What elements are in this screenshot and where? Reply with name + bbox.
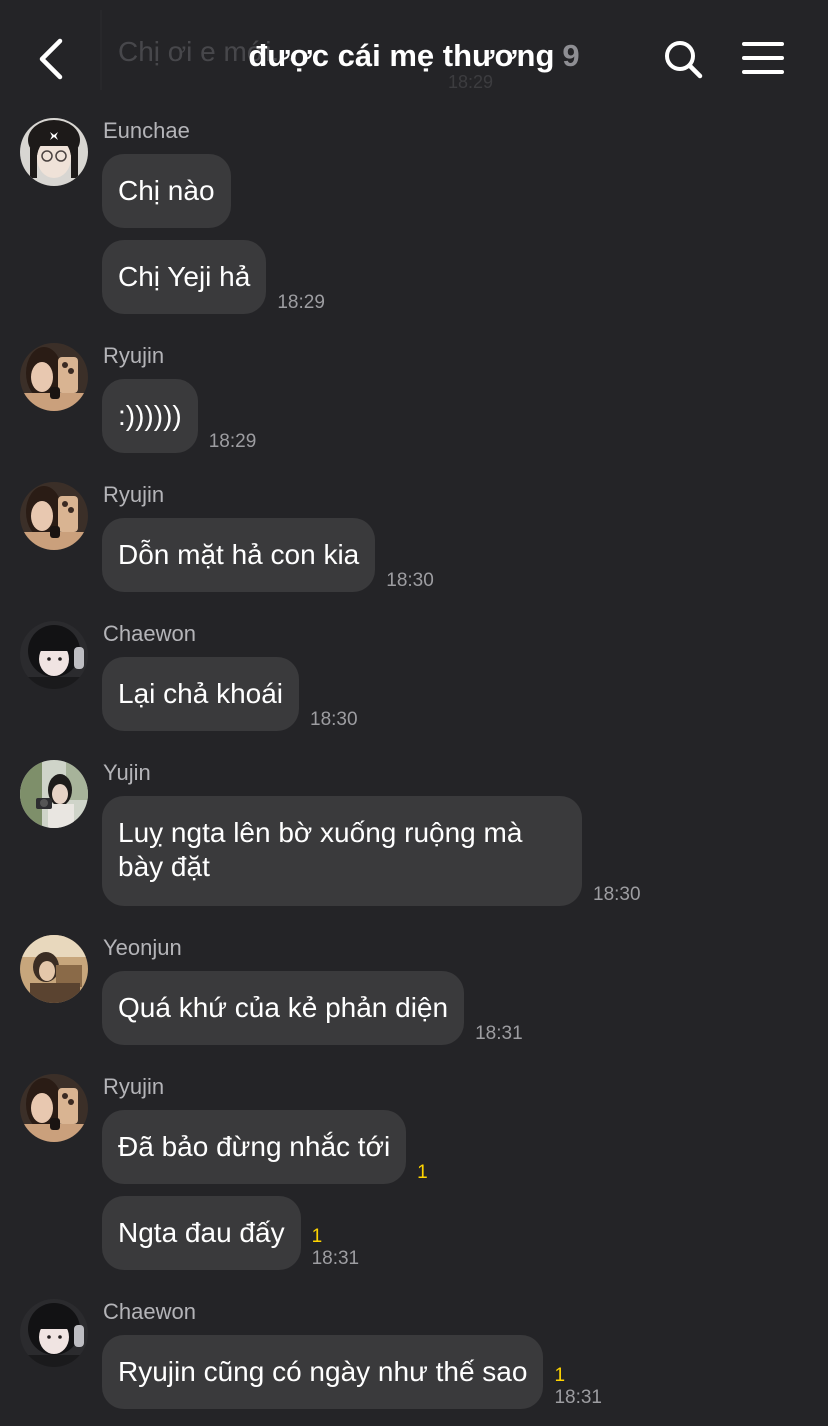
ryujin-avatar[interactable] [20, 343, 88, 411]
message-meta: 18:31 [475, 1023, 523, 1045]
chaewon-avatar[interactable] [20, 1299, 88, 1367]
search-icon [665, 41, 703, 79]
message-row: Quá khứ của kẻ phản diện 18:31 [102, 971, 523, 1045]
sender-name: Eunchae [103, 118, 190, 143]
sender-name: Ryujin [103, 1074, 165, 1099]
message-timestamp: 18:30 [310, 709, 358, 730]
message-timestamp: 18:31 [554, 1387, 602, 1408]
message-bubble[interactable]: Lại chả khoái [102, 657, 300, 731]
message-bubble[interactable]: Ngta đau đấy [102, 1196, 301, 1270]
chevron-left-icon [39, 38, 63, 80]
message-timestamp: 18:30 [386, 570, 434, 591]
message-timestamp: 18:29 [208, 431, 257, 452]
message-timestamp: 18:31 [475, 1023, 523, 1044]
yujin-avatar[interactable] [20, 760, 88, 828]
chaewon-avatar[interactable] [20, 621, 88, 689]
message-meta: 1 18:31 [554, 1365, 602, 1409]
sender-name: Yeonjun [103, 935, 182, 960]
sender-name: Chaewon [103, 621, 196, 646]
message-bubble[interactable]: Dỗn mặt hả con kia [102, 518, 376, 592]
message-bubble[interactable]: Chị nào [102, 154, 231, 228]
chat-screen: Chị ơi e mới... 18:29 được cái mẹ thương… [0, 0, 828, 1426]
hamburger-menu-icon [742, 42, 784, 74]
unread-count: 1 [417, 1162, 428, 1183]
message-row: Chị nào [102, 154, 242, 228]
message-meta: 18:29 [209, 431, 257, 453]
search-button[interactable] [662, 38, 704, 80]
sender-name: Ryujin [103, 482, 165, 507]
menu-button[interactable] [740, 38, 786, 78]
message-bubble[interactable]: Ryujin cũng có ngày như thế sao [102, 1335, 544, 1409]
message-timestamp: 18:29 [277, 292, 325, 313]
unread-count: 1 [311, 1226, 323, 1247]
yeonjun-avatar[interactable] [20, 935, 88, 1003]
message-bubble[interactable]: :)))))) [102, 379, 198, 453]
message-row: Ryujin cũng có ngày như thế sao 1 18:31 [102, 1335, 602, 1409]
ryujin-avatar[interactable] [20, 1074, 88, 1142]
message-row: :)))))) 18:29 [102, 379, 256, 453]
message-bubble[interactable]: Chị Yeji hả [102, 240, 267, 314]
chat-header: Chị ơi e mới... 18:29 được cái mẹ thương… [0, 0, 828, 116]
message-row: Lại chả khoái 18:30 [102, 657, 358, 731]
message-meta: 18:29 [277, 292, 325, 314]
message-bubble[interactable]: Quá khứ của kẻ phản diện [102, 971, 465, 1045]
message-bubble[interactable]: Đã bảo đừng nhắc tới [102, 1110, 407, 1184]
member-count: 9 [562, 38, 580, 73]
message-row: Dỗn mặt hả con kia 18:30 [102, 518, 434, 592]
message-meta: 18:30 [310, 709, 358, 731]
message-meta: 1 18:31 [312, 1226, 360, 1270]
message-row: Chị Yeji hả 18:29 [102, 240, 325, 314]
sender-name: Ryujin [103, 343, 165, 368]
back-button[interactable] [30, 32, 78, 86]
sender-name: Yujin [103, 760, 151, 785]
message-row: Luỵ ngta lên bờ xuống ruộng mà bày đặt 18… [102, 796, 641, 906]
scrolled-message-time: 18:29 [448, 72, 494, 92]
message-timestamp: 18:30 [593, 884, 641, 905]
message-bubble[interactable]: Luỵ ngta lên bờ xuống ruộng mà bày đặt [102, 796, 582, 906]
message-timestamp: 18:31 [311, 1248, 360, 1269]
message-row: Đã bảo đừng nhắc tới 1 [102, 1110, 428, 1184]
chat-room-name: được cái mẹ thương [248, 38, 555, 73]
ryujin-avatar[interactable] [20, 482, 88, 550]
eunchae-avatar[interactable] [20, 118, 88, 186]
message-meta: 1 [417, 1162, 428, 1184]
sender-name: Chaewon [103, 1299, 196, 1324]
message-meta: 18:30 [593, 884, 641, 906]
message-meta: 18:30 [386, 570, 434, 592]
unread-count: 1 [554, 1365, 566, 1386]
chat-title[interactable]: được cái mẹ thương 9 [170, 38, 658, 74]
message-row: Ngta đau đấy 1 18:31 [102, 1196, 359, 1270]
